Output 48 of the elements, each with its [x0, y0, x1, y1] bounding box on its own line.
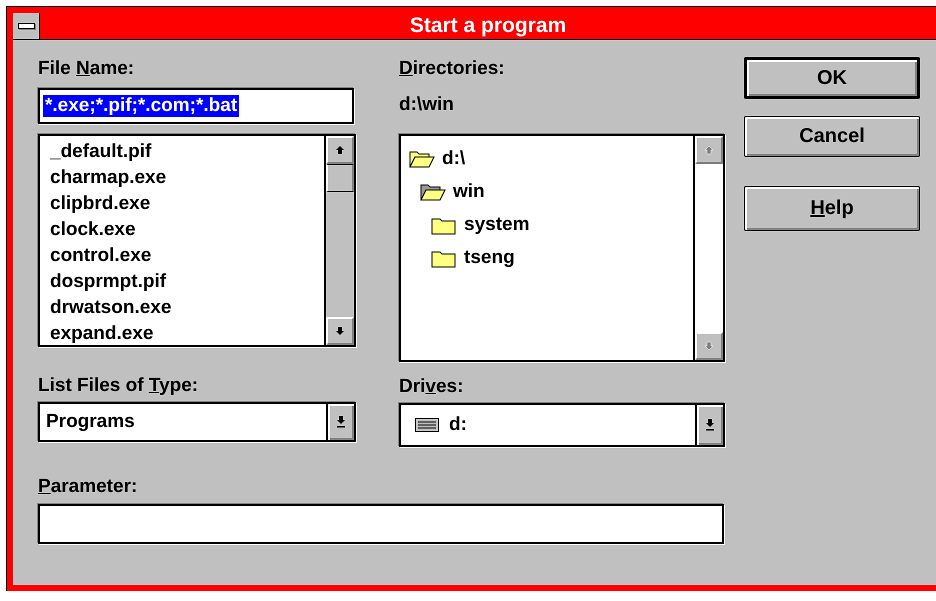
window-title: Start a program: [408, 14, 568, 38]
directory-item[interactable]: win: [401, 175, 693, 208]
scroll-up-button[interactable]: [326, 136, 354, 164]
file-list-item[interactable]: control.exe: [40, 243, 324, 269]
parameter-field[interactable]: [38, 504, 724, 544]
field-label: File Name:: [38, 58, 134, 80]
file-name-field[interactable]: *.exe;*.pif;*.com;*.bat: [38, 88, 354, 124]
directory-name: d:\: [442, 148, 466, 170]
directory-item[interactable]: d:\: [401, 142, 693, 175]
down-arrow-icon: [335, 326, 345, 336]
field-label: Drives:: [399, 376, 464, 398]
field-label: List Files of Type:: [38, 375, 198, 397]
file-list-item[interactable]: clipbrd.exe: [40, 191, 324, 217]
drive-icon: [415, 418, 439, 432]
dialog-button[interactable]: Help: [744, 186, 920, 231]
drives-dropdown[interactable]: d:: [399, 403, 725, 447]
dropdown-value: Programs: [46, 411, 136, 433]
dropdown-value: d:: [449, 414, 468, 436]
scroll-thumb[interactable]: [326, 164, 354, 192]
current-directory: d:\win: [399, 94, 454, 116]
directory-name: tseng: [464, 246, 515, 268]
directory-item[interactable]: tseng: [401, 241, 693, 274]
file-list-item[interactable]: expand.exe: [40, 321, 324, 345]
file-list-item[interactable]: _default.pif: [40, 139, 324, 165]
up-arrow-icon: [335, 145, 345, 155]
open-folder-icon: [420, 182, 446, 202]
field-label: Directories:: [399, 58, 505, 80]
up-arrow-icon: [704, 145, 714, 155]
file-list-item[interactable]: charmap.exe: [40, 165, 324, 191]
field-label: Parameter:: [38, 476, 138, 498]
directory-name: win: [453, 180, 485, 202]
open-folder-icon: [409, 148, 435, 168]
directory-name: system: [464, 214, 530, 236]
dropdown-button[interactable]: [695, 405, 723, 445]
down-arrow-icon: [705, 419, 715, 431]
system-menu-button[interactable]: [13, 13, 40, 39]
file-list-item[interactable]: drwatson.exe: [40, 295, 324, 321]
down-arrow-icon: [336, 416, 346, 428]
dialog-button[interactable]: OK: [744, 57, 920, 99]
down-arrow-icon: [704, 341, 714, 351]
dialog-button[interactable]: Cancel: [744, 116, 920, 157]
field-value: *.exe;*.pif;*.com;*.bat: [43, 95, 240, 117]
scroll-down-button[interactable]: [326, 317, 354, 345]
file-list-item[interactable]: dosprmpt.pif: [40, 269, 324, 295]
dropdown-button[interactable]: [326, 404, 354, 440]
file-type-dropdown[interactable]: Programs: [38, 402, 356, 442]
directory-item[interactable]: system: [401, 208, 693, 241]
file-list-item[interactable]: clock.exe: [40, 217, 324, 243]
